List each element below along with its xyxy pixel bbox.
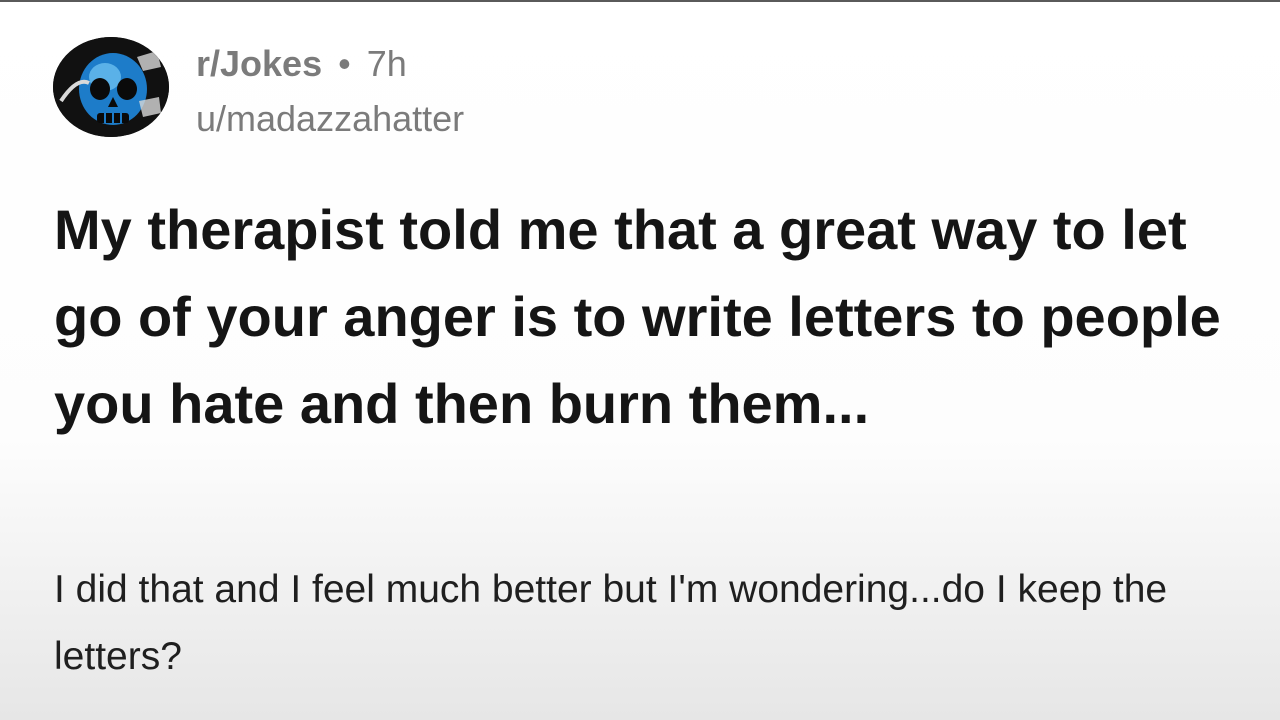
author-link[interactable]: u/madazzahatter: [196, 94, 464, 144]
subreddit-avatar-icon[interactable]: [53, 37, 169, 137]
subreddit-link[interactable]: r/Jokes: [196, 43, 322, 84]
post-body: I did that and I feel much better but I'…: [54, 568, 1168, 678]
meta-separator: •: [338, 43, 351, 84]
top-border: [0, 0, 1280, 2]
post-age: 7h: [366, 43, 407, 84]
post-title[interactable]: My therapist told me that a great way to…: [54, 186, 1254, 447]
subreddit-row: r/Jokes • 7h: [196, 38, 464, 90]
post-header-meta: r/Jokes • 7h u/madazzahatter: [196, 38, 464, 144]
post-screen: r/Jokes • 7h u/madazzahatter My therapis…: [0, 0, 1280, 720]
